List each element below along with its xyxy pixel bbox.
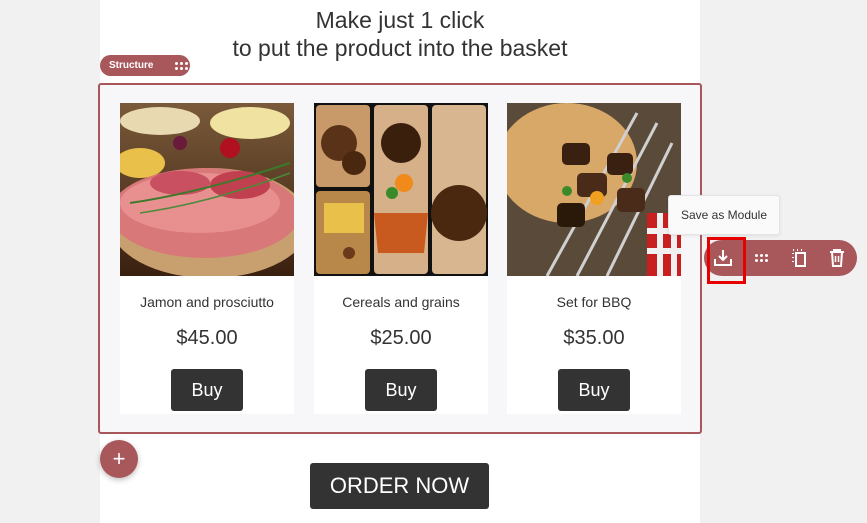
headline-line-2: to put the product into the basket <box>232 35 568 61</box>
drag-handle-icon[interactable] <box>175 61 189 70</box>
product-image-jamon[interactable] <box>120 103 294 276</box>
structure-block[interactable]: Jamon and prosciutto $45.00 Buy Cereals … <box>98 83 702 434</box>
trash-icon <box>830 249 844 267</box>
delete-button[interactable] <box>818 240 856 276</box>
save-module-icon <box>714 250 732 266</box>
product-price: $25.00 <box>370 327 432 349</box>
product-image-bbq[interactable] <box>507 103 681 276</box>
copy-icon <box>792 249 806 267</box>
add-block-button[interactable]: + <box>100 440 138 478</box>
structure-tag-label: Structure <box>109 60 154 71</box>
headline: Make just 1 click to put the product int… <box>100 6 700 62</box>
move-handle-button[interactable] <box>742 240 780 276</box>
save-module-tooltip: Save as Module <box>668 195 780 235</box>
product-card-jamon[interactable]: Jamon and prosciutto $45.00 Buy <box>120 103 294 414</box>
buy-button[interactable]: Buy <box>171 369 243 411</box>
product-card-bbq[interactable]: Set for BBQ $35.00 Buy <box>507 103 681 414</box>
product-price: $45.00 <box>176 327 238 349</box>
product-image-cereals[interactable] <box>314 103 488 276</box>
structure-tag[interactable]: Structure <box>100 55 190 76</box>
buy-button[interactable]: Buy <box>558 369 630 411</box>
product-name: Cereals and grains <box>342 294 460 310</box>
product-name: Jamon and prosciutto <box>140 294 274 310</box>
save-as-module-button[interactable] <box>704 237 746 284</box>
block-toolbar <box>704 237 857 284</box>
product-name: Set for BBQ <box>556 294 632 310</box>
buy-button[interactable]: Buy <box>365 369 437 411</box>
email-editor-stage: Make just 1 click to put the product int… <box>0 0 867 523</box>
copy-button[interactable] <box>780 240 818 276</box>
product-card-cereals[interactable]: Cereals and grains $25.00 Buy <box>314 103 488 414</box>
order-now-button[interactable]: ORDER NOW <box>310 463 489 509</box>
drag-handle-icon <box>754 254 768 262</box>
headline-line-1: Make just 1 click <box>315 7 485 33</box>
product-price: $35.00 <box>563 327 625 349</box>
